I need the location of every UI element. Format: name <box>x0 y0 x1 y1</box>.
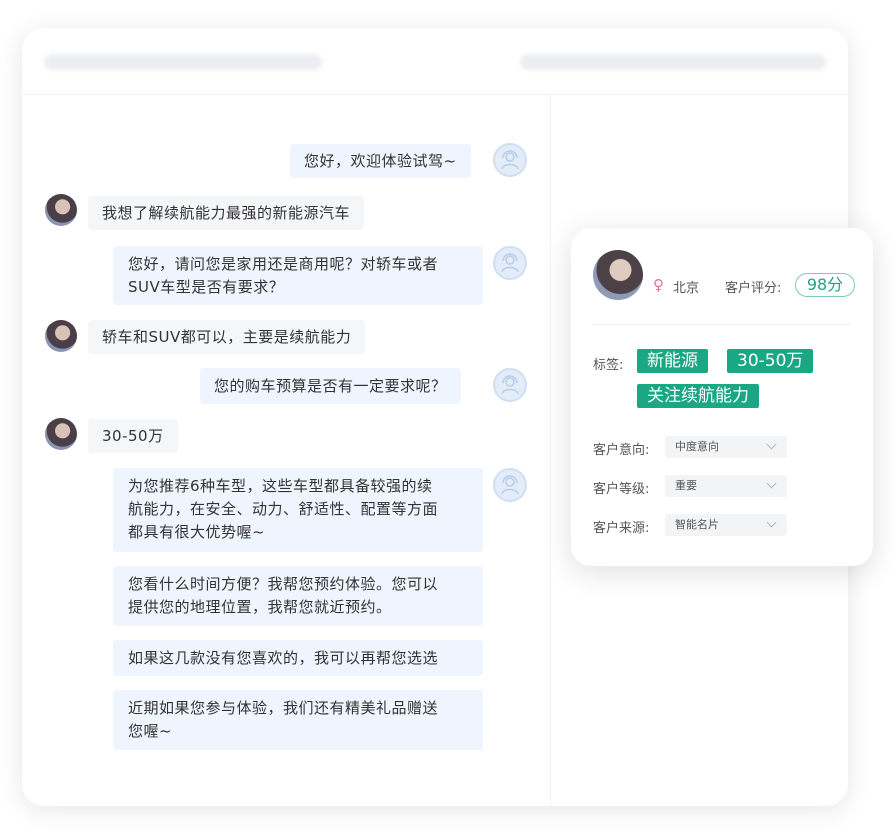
score-badge: 98分 <box>795 273 855 297</box>
level-value: 重要 <box>675 479 697 492</box>
bot-message: 您好，欢迎体验试驾~ <box>290 144 471 178</box>
source-select[interactable]: 智能名片 <box>665 514 787 536</box>
blurred-title-right <box>520 54 826 70</box>
customer-avatar <box>593 250 643 300</box>
bot-avatar-icon <box>493 143 527 177</box>
customer-city: 北京 <box>673 281 700 296</box>
user-avatar <box>45 418 77 450</box>
panel-divider <box>550 94 551 806</box>
user-avatar <box>45 194 77 226</box>
chevron-down-icon <box>766 439 777 450</box>
bot-message: 您的购车预算是否有一定要求呢？ <box>200 368 461 404</box>
intent-value: 中度意向 <box>675 440 719 453</box>
header-divider <box>22 94 848 95</box>
level-label: 客户等级: <box>593 482 650 497</box>
user-message: 30-50万 <box>88 419 178 453</box>
bot-message: 您看什么时间方便？我帮您预约体验。您可以 提供您的地理位置，我帮您就近预约。 <box>113 566 483 626</box>
tag-range-focus: 关注续航能力 <box>637 384 759 408</box>
window-header <box>22 28 848 98</box>
intent-select[interactable]: 中度意向 <box>665 436 787 458</box>
customer-profile-card: ♀ 北京 客户评分: 98分 标签: 新能源 30-50万 关注续航能力 客户意… <box>571 228 873 566</box>
bot-avatar-icon <box>493 468 527 502</box>
tag-new-energy: 新能源 <box>637 349 708 373</box>
score-label: 客户评分: <box>725 281 782 296</box>
female-icon: ♀ <box>653 276 664 294</box>
bot-message: 为您推荐6种车型，这些车型都具备较强的续 航能力，在安全、动力、舒适性、配置等方… <box>113 468 483 552</box>
tag-budget: 30-50万 <box>727 349 814 373</box>
bot-message: 如果这几款没有您喜欢的，我可以再帮您选选 <box>113 640 483 676</box>
source-value: 智能名片 <box>675 518 719 531</box>
level-select[interactable]: 重要 <box>665 475 787 497</box>
intent-label: 客户意向: <box>593 443 650 458</box>
tags-label: 标签: <box>593 358 624 373</box>
chevron-down-icon <box>766 478 777 489</box>
chevron-down-icon <box>766 517 777 528</box>
bot-message: 您好，请问您是家用还是商用呢？对轿车或者 SUV车型是否有要求？ <box>113 246 483 305</box>
source-label: 客户来源: <box>593 521 650 536</box>
user-avatar <box>45 320 77 352</box>
user-message: 轿车和SUV都可以，主要是续航能力 <box>88 320 366 354</box>
bot-avatar-icon <box>493 246 527 280</box>
user-message: 我想了解续航能力最强的新能源汽车 <box>88 196 365 230</box>
card-divider <box>593 324 851 325</box>
bot-message: 近期如果您参与体验，我们还有精美礼品赠送 您喔~ <box>113 690 483 750</box>
blurred-title-left <box>44 54 322 70</box>
bot-avatar-icon <box>493 368 527 402</box>
